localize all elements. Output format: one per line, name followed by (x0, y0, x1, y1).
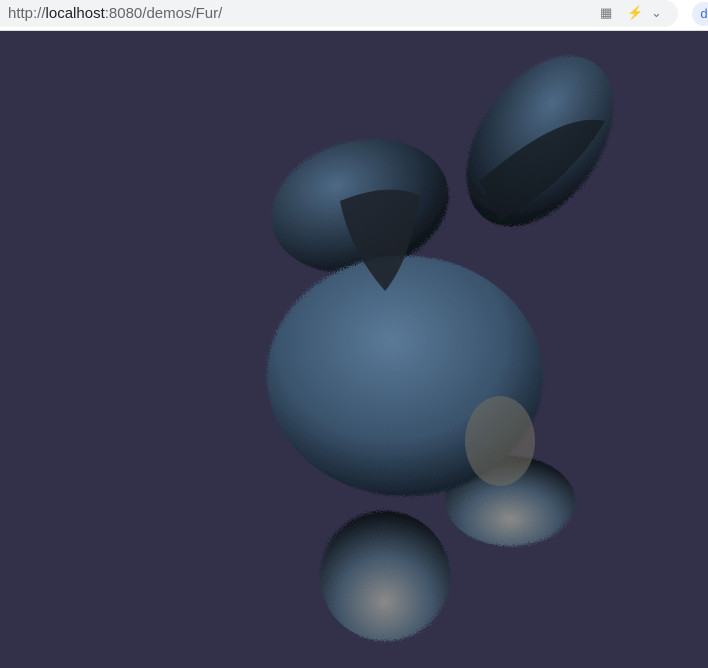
bunny-foot-left (320, 511, 450, 641)
fur-bunny (267, 55, 614, 641)
url-path: :8080/demos/Fur/ (104, 5, 223, 22)
address-bar[interactable]: http://localhost:8080/demos/Fur/ ▦ ⚡ ⌄ (0, 0, 678, 27)
url-scheme: http:// (8, 5, 46, 22)
browser-toolbar: http://localhost:8080/demos/Fur/ ▦ ⚡ ⌄ d (0, 0, 708, 31)
webgl-canvas[interactable] (0, 31, 708, 663)
lightning-icon[interactable]: ⚡ (627, 5, 643, 21)
chevron-down-icon[interactable]: ⌄ (651, 5, 662, 21)
qr-code-icon[interactable]: ▦ (600, 5, 612, 21)
url-host: localhost (45, 5, 105, 22)
extension-icon[interactable]: d (692, 2, 708, 26)
url-text: http://localhost:8080/demos/Fur/ (8, 5, 222, 22)
